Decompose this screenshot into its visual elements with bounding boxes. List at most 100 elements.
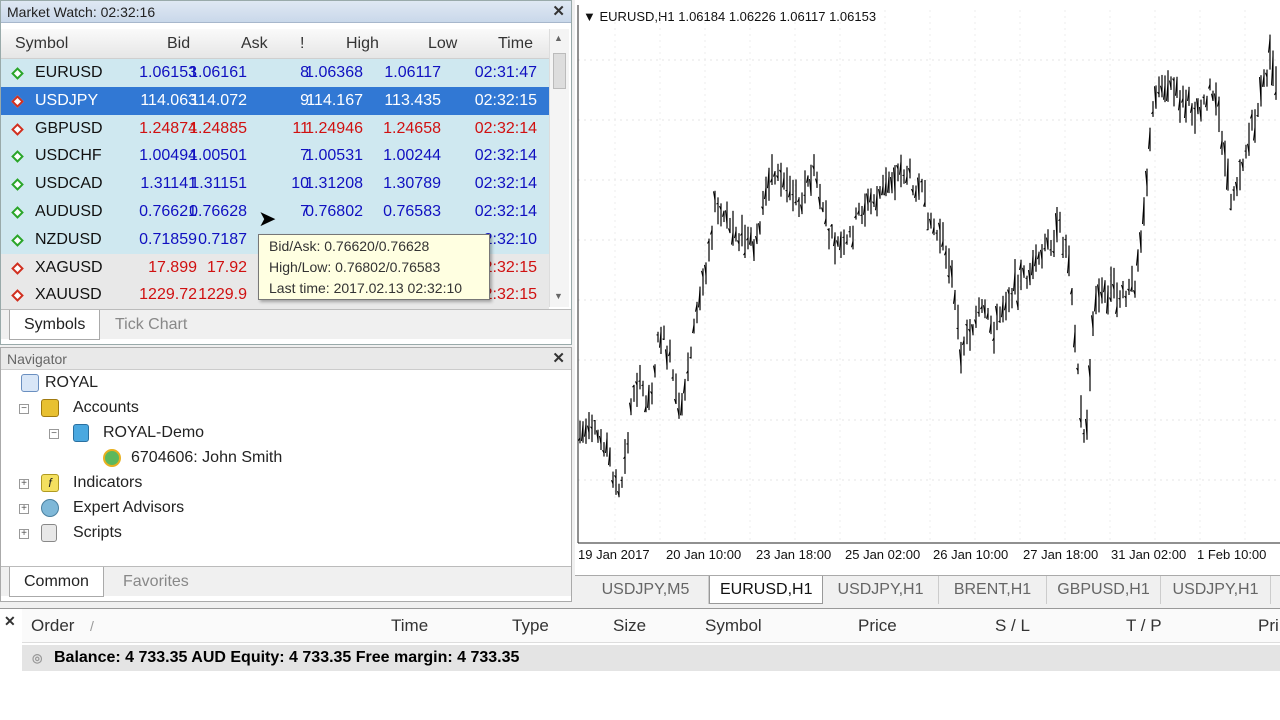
low-cell: 0.76583: [383, 203, 441, 220]
tooltip-last-time: Last time: 2017.02.13 02:32:10: [269, 280, 463, 296]
symbol-tooltip: Bid/Ask: 0.76620/0.76628 High/Low: 0.768…: [258, 234, 490, 300]
market-watch-header: Symbol Bid Ask ! High Low Time: [1, 29, 549, 59]
bid-cell: 0.71859: [139, 230, 197, 248]
time-cell: 02:32:14: [474, 175, 537, 193]
indicator-icon: f: [41, 474, 59, 492]
tab-tick-chart[interactable]: Tick Chart: [101, 310, 201, 340]
col-tp[interactable]: T / P: [1126, 609, 1162, 643]
col-high[interactable]: High: [346, 29, 379, 59]
tooltip-bid-ask: Bid/Ask: 0.76620/0.76628: [269, 238, 430, 254]
market-row[interactable]: USDCHF 1.00494 1.00501 7 1.00531 1.00244 02:32…: [1, 142, 549, 171]
chart-tab[interactable]: USDJPY,H1: [1161, 576, 1271, 604]
scroll-thumb[interactable]: [553, 53, 566, 89]
time-axis-label: 19 Jan 2017: [578, 547, 650, 562]
symbol-cell: GBPUSD: [35, 119, 103, 137]
time-axis-label: 31 Jan 02:00: [1111, 547, 1187, 562]
symbol-cell: USDCAD: [35, 175, 103, 193]
col-type[interactable]: Type: [512, 609, 549, 643]
ask-cell: 1.31151: [190, 175, 247, 193]
price-bar-open: [1049, 248, 1052, 251]
expand-icon[interactable]: +: [19, 504, 29, 514]
accounts-icon: [41, 399, 59, 417]
close-icon[interactable]: ✕: [552, 1, 565, 23]
symbol-cell: USDCHF: [35, 147, 102, 165]
symbol-cell: AUDUSD: [35, 203, 103, 220]
low-cell: 1.24658: [383, 119, 441, 137]
scroll-up-icon[interactable]: ▲: [554, 33, 563, 43]
market-watch-title-bar: Market Watch: 02:32:16 ✕: [1, 1, 571, 23]
time-cell: 02:32:14: [474, 119, 537, 137]
navigator-title-bar: Navigator ✕: [1, 348, 571, 370]
time-axis-label: 26 Jan 10:00: [933, 547, 1009, 562]
expand-icon[interactable]: +: [19, 479, 29, 489]
bid-cell: 1229.72: [139, 286, 197, 304]
tab-favorites[interactable]: Favorites: [109, 567, 203, 597]
chart-tab[interactable]: EURUSD,H1: [709, 576, 823, 604]
collapse-icon[interactable]: −: [49, 429, 59, 439]
ask-cell: 1.06161: [189, 64, 247, 81]
ask-cell: 114.072: [190, 91, 247, 109]
symbol-cell: NZDUSD: [35, 230, 102, 248]
col-sl[interactable]: S / L: [995, 609, 1030, 643]
chart-tab[interactable]: GBPUSD,H1: [1047, 576, 1161, 604]
symbol-cell: USDJPY: [35, 91, 99, 109]
time-axis-label: 25 Jan 02:00: [845, 547, 921, 562]
col-size[interactable]: Size: [613, 609, 646, 643]
market-row[interactable]: EURUSD 1.06153 1.06161 8 1.06368 1.06117 02:31…: [1, 59, 549, 87]
market-row[interactable]: USDJPY 114.063 114.072 9 114.167 113.435 02:32…: [1, 86, 549, 115]
col-bid[interactable]: Bid: [167, 29, 190, 59]
terminal-icon: [21, 374, 39, 392]
market-watch-tabs: Symbols Tick Chart: [1, 309, 571, 340]
market-watch-title: Market Watch: 02:32:16: [7, 4, 156, 20]
sort-icon[interactable]: /: [90, 609, 94, 643]
chart-tab[interactable]: BRENT,H1: [939, 576, 1047, 604]
tab-symbols[interactable]: Symbols: [9, 310, 101, 340]
chart-window[interactable]: ▼ EURUSD,H1 1.06184 1.06226 1.06117 1.06…: [575, 0, 1280, 575]
col-time[interactable]: Time: [498, 29, 533, 59]
time-axis-label: 1 Feb 10:00: [1197, 547, 1267, 562]
time-cell: 2:32:15: [483, 258, 537, 276]
market-watch-scrollbar[interactable]: ▲ ▼: [549, 29, 569, 307]
col-spread[interactable]: !: [300, 29, 304, 59]
expand-icon[interactable]: +: [19, 529, 29, 539]
market-row[interactable]: GBPUSD 1.24874 1.24885 11 1.24946 1.24658 02:3…: [1, 114, 549, 143]
low-cell: 1.06117: [384, 64, 441, 81]
col-ask[interactable]: Ask: [241, 29, 268, 59]
mouse-cursor-icon: ➤: [258, 206, 277, 231]
status-icon: ◎: [32, 651, 43, 665]
user-icon: [103, 449, 121, 467]
time-cell: 02:32:15: [474, 91, 537, 109]
col-order[interactable]: Order: [31, 609, 74, 643]
chart-tab[interactable]: USDJPY,H1: [823, 576, 939, 604]
close-icon[interactable]: ✕: [552, 348, 565, 370]
col-low[interactable]: Low: [428, 29, 457, 59]
low-cell: 113.435: [384, 91, 441, 109]
navigator-tabs: Common Favorites: [1, 566, 571, 597]
balance-row: ◎ Balance: 4 733.35 AUD Equity: 4 733.35…: [22, 645, 1280, 671]
time-cell: 2:32:15: [483, 286, 537, 304]
high-cell: 1.06368: [305, 64, 363, 81]
bid-cell: 17.899: [148, 258, 197, 276]
col-symbol[interactable]: Symbol: [705, 609, 762, 643]
col-time[interactable]: Time: [391, 609, 428, 643]
col-price[interactable]: Price: [858, 609, 897, 643]
time-cell: 02:31:47: [474, 64, 537, 81]
script-icon: [41, 524, 57, 542]
col-symbol[interactable]: Symbol: [15, 29, 68, 59]
high-cell: 1.24946: [305, 119, 363, 137]
scroll-down-icon[interactable]: ▼: [554, 291, 563, 301]
collapse-icon[interactable]: −: [19, 404, 29, 414]
chart-tabs: USDJPY,M5 EURUSD,H1 USDJPY,H1 BRENT,H1 GBPUS…: [575, 575, 1280, 605]
price-bar-open: [1256, 115, 1259, 117]
chart-tab[interactable]: E: [1271, 576, 1280, 604]
time-axis-label: 20 Jan 10:00: [666, 547, 742, 562]
ask-cell: 17.92: [206, 258, 247, 276]
chart-tab[interactable]: USDJPY,M5: [583, 576, 709, 604]
market-row[interactable]: USDCAD 1.31141 1.31151 10 1.31208 1.30789 02:3…: [1, 170, 549, 199]
ask-cell: 0.7187: [198, 230, 247, 248]
tab-common[interactable]: Common: [9, 567, 104, 597]
high-cell: 1.31208: [305, 175, 363, 193]
price-chart[interactable]: [575, 0, 1280, 575]
close-icon[interactable]: ✕: [4, 613, 16, 630]
col-price-2[interactable]: Pri: [1258, 609, 1279, 643]
